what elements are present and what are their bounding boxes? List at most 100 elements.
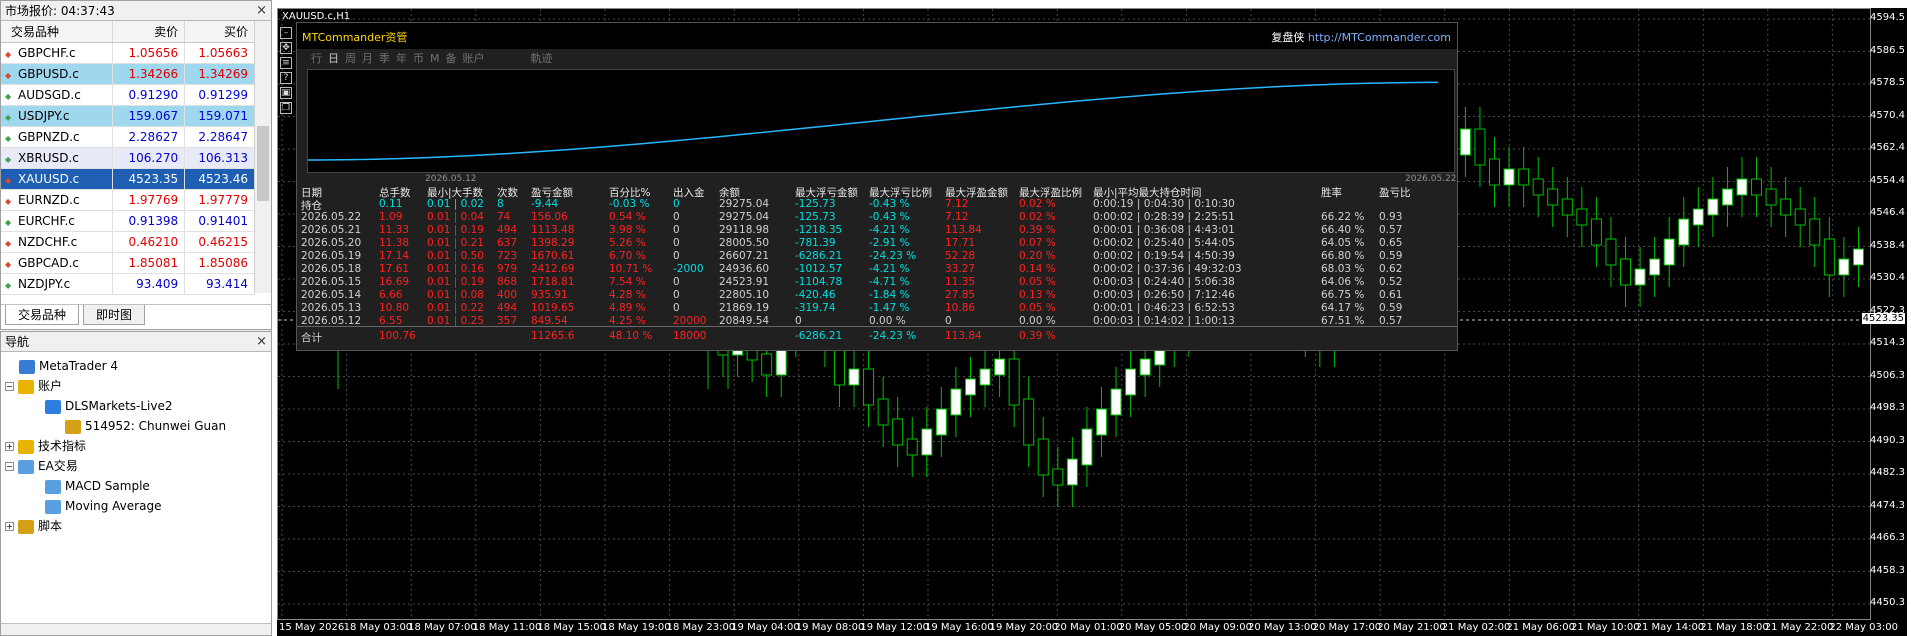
price-tick-label: 4466.3: [1870, 532, 1905, 543]
stats-cell: 4.89 %: [609, 302, 646, 314]
symbol-cell[interactable]: ◆ NZDJPY.c: [1, 273, 114, 295]
close-icon[interactable]: ×: [256, 1, 267, 21]
navigator-item[interactable]: + 脚本: [5, 516, 271, 536]
indicator-icon: [18, 439, 34, 454]
image-icon[interactable]: ▣: [280, 87, 292, 99]
candle-body: [1052, 468, 1064, 486]
stats-cell: 1019.65: [531, 302, 575, 314]
stats-cell: -125.73: [795, 198, 836, 210]
market-watch-row[interactable]: ◆ GBPUSD.c 1.34266 1.34269: [1, 63, 255, 85]
stats-cell: 0.93: [1379, 211, 1403, 223]
symbol-cell[interactable]: ◆ EURNZD.c: [1, 189, 114, 211]
stats-cell: 66.22 %: [1321, 211, 1365, 223]
candle-body: [935, 408, 947, 436]
market-watch-row[interactable]: ◆ NZDCHF.c 0.46210 0.46215: [1, 231, 255, 253]
navigator-item[interactable]: 514952: Chunwei Guan: [5, 416, 271, 436]
navigator-item[interactable]: MetaTrader 4: [5, 356, 271, 376]
stats-cell: 66.75 %: [1321, 289, 1365, 301]
market-watch-row[interactable]: ◆ XAUUSD.c 4523.35 4523.46: [1, 168, 255, 190]
market-watch-row[interactable]: ◆ GBPCHF.c 1.05656 1.05663: [1, 42, 255, 64]
stats-cell: 0.05 %: [1019, 276, 1056, 288]
market-watch-title-text: 市场报价: 04:37:43: [5, 4, 115, 18]
symbol-cell[interactable]: ◆ GBPCAD.c: [1, 252, 114, 274]
stats-cell: 27.85: [945, 289, 976, 301]
collapse-icon[interactable]: −: [5, 462, 14, 471]
tab-symbols[interactable]: 交易品种: [5, 305, 80, 325]
symbol-cell[interactable]: ◆ GBPUSD.c: [1, 63, 114, 85]
navigator-item[interactable]: DLSMarkets-Live2: [5, 396, 271, 416]
move-icon[interactable]: ✥: [280, 42, 292, 54]
navigator-item[interactable]: − 账户: [5, 376, 271, 396]
help-icon[interactable]: ?: [280, 72, 292, 84]
equity-line: [307, 81, 1439, 161]
symbol-cell[interactable]: ◆ USDJPY.c: [1, 105, 114, 127]
stats-cell: 0.02 %: [1019, 211, 1056, 223]
mtcommander-header: MTCommander资管 复盘侠 http://MTCommander.com: [297, 23, 1457, 49]
symbol-cell[interactable]: ◆ XBRUSD.c: [1, 147, 114, 169]
symbol-cell[interactable]: ◆ XAUUSD.c: [1, 168, 114, 190]
stats-cell: 0.01 | 0.50: [427, 250, 484, 262]
overlay-tab[interactable]: 币: [413, 52, 424, 65]
overlay-tab[interactable]: 季: [379, 52, 390, 65]
overlay-tab[interactable]: 年: [396, 52, 407, 65]
list-icon[interactable]: ≡: [280, 57, 292, 69]
market-watch-scrollbar[interactable]: [254, 21, 271, 293]
symbol-cell[interactable]: ◆ EURCHF.c: [1, 210, 114, 232]
expand-icon[interactable]: +: [5, 442, 14, 451]
current-price-label: 4523.35: [1861, 313, 1905, 324]
stats-cell: 2026.05.19: [301, 250, 362, 262]
link-url-text[interactable]: http://MTCommander.com: [1308, 31, 1451, 44]
close-icon[interactable]: ×: [256, 332, 267, 352]
tab-tick-chart[interactable]: 即时图: [83, 305, 146, 325]
overlay-tab[interactable]: 月: [362, 52, 373, 65]
ask-price: 2.28647: [184, 126, 255, 148]
time-tick-label: 18 May 07:00: [408, 622, 477, 633]
copy-icon[interactable]: ❐: [280, 102, 292, 114]
mtcommander-brand: MTCommander资管: [302, 31, 408, 44]
collapse-icon[interactable]: −: [5, 382, 14, 391]
symbol-cell[interactable]: ◆ GBPCHF.c: [1, 42, 114, 64]
stats-cell: 17.61: [379, 263, 410, 275]
overlay-tab[interactable]: M: [430, 52, 440, 65]
market-watch-row[interactable]: ◆ EURNZD.c 1.97769 1.97779: [1, 189, 255, 211]
stats-cell: 0:00:19 | 0:04:30 | 0:10:30: [1093, 198, 1235, 210]
navigator-item-label: 技术指标: [38, 439, 87, 453]
market-watch-row[interactable]: ◆ GBPNZD.c 2.28627 2.28647: [1, 126, 255, 148]
overlay-tab[interactable]: 軌迹: [531, 52, 553, 65]
market-watch-row[interactable]: ◆ NZDJPY.c 93.409 93.414: [1, 273, 255, 295]
expand-icon[interactable]: +: [5, 522, 14, 531]
ask-price: 1.85086: [184, 252, 255, 274]
market-watch-row[interactable]: ◆ EURCHF.c 0.91398 0.91401: [1, 210, 255, 232]
navigator-item[interactable]: + 技术指标: [5, 436, 271, 456]
symbol-cell[interactable]: ◆ GBPNZD.c: [1, 126, 114, 148]
minus-icon[interactable]: –: [280, 27, 292, 39]
script-icon: [18, 519, 34, 534]
symbol-cell[interactable]: ◆ AUDSGD.c: [1, 84, 114, 106]
left-panel: 市场报价: 04:37:43 × 交易品种 卖价 买价 ◆ GBPCHF.c 1.0…: [0, 0, 272, 636]
market-watch-row[interactable]: ◆ AUDSGD.c 0.91290 0.91299: [1, 84, 255, 106]
column-header-bid[interactable]: 卖价: [112, 21, 186, 43]
overlay-tab[interactable]: 行: [311, 52, 322, 65]
navigator-item[interactable]: MACD Sample: [5, 476, 271, 496]
candle-body: [964, 378, 976, 396]
column-header-ask[interactable]: 买价: [184, 21, 255, 43]
market-watch-row[interactable]: ◆ USDJPY.c 159.067 159.071: [1, 105, 255, 127]
time-tick-label: 20 May 17:00: [1312, 622, 1382, 633]
mtcommander-link[interactable]: 复盘侠 http://MTCommander.com: [1271, 29, 1451, 45]
ask-price: 4523.46: [184, 168, 255, 190]
navigator-item[interactable]: − EA交易: [5, 456, 271, 476]
bid-price: 159.067: [112, 105, 186, 127]
overlay-tab[interactable]: 账户: [463, 52, 485, 65]
stats-cell: 29118.98: [719, 224, 770, 236]
overlay-tab[interactable]: 备: [446, 52, 457, 65]
candle-body: [1838, 258, 1850, 276]
symbol-cell[interactable]: ◆ NZDCHF.c: [1, 231, 114, 253]
market-watch-row[interactable]: ◆ GBPCAD.c 1.85081 1.85086: [1, 252, 255, 274]
symbol-name: AUDSGD.c: [18, 87, 81, 102]
column-header-symbol[interactable]: 交易品种: [1, 21, 114, 43]
scrollbar-thumb[interactable]: [257, 126, 269, 201]
market-watch-row[interactable]: ◆ XBRUSD.c 106.270 106.313: [1, 147, 255, 169]
overlay-tab[interactable]: 日: [328, 52, 339, 65]
overlay-tab[interactable]: 周: [345, 52, 356, 65]
navigator-item[interactable]: Moving Average: [5, 496, 271, 516]
